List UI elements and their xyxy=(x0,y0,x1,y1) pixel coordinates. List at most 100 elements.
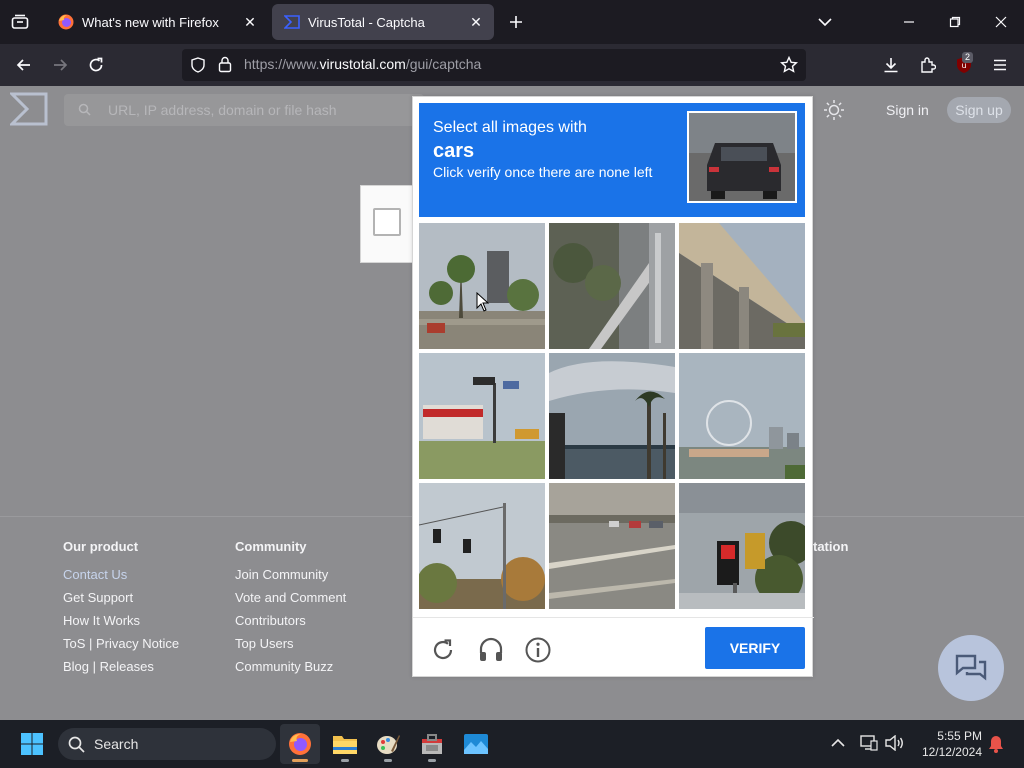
captcha-tile-road-with-cars[interactable] xyxy=(549,483,675,609)
app-menu-button[interactable] xyxy=(986,51,1014,79)
virustotal-logo-icon[interactable] xyxy=(10,92,48,126)
running-indicator xyxy=(384,759,392,762)
tab-virustotal[interactable]: VirusTotal - Captcha ✕ xyxy=(272,4,494,40)
prompt-subtext: Click verify once there are none left xyxy=(433,164,653,180)
footer-link-vote-comment[interactable]: Vote and Comment xyxy=(235,590,346,606)
list-all-tabs-button[interactable] xyxy=(811,8,839,36)
captcha-tile-ferris-wheel-city[interactable] xyxy=(679,353,805,479)
lock-icon[interactable] xyxy=(218,56,232,73)
bookmark-star-icon[interactable] xyxy=(780,56,798,74)
captcha-tile-traffic-light-trees[interactable] xyxy=(419,483,545,609)
footer-link-contact-us[interactable]: Contact Us xyxy=(63,567,179,583)
footer-heading-partial: tation xyxy=(813,539,849,554)
captcha-tile-overpass-bridge[interactable] xyxy=(679,223,805,349)
footer-link-tos-privacy[interactable]: ToS | Privacy Notice xyxy=(63,636,179,652)
taskbar-firefox[interactable] xyxy=(280,724,320,764)
clock-time: 5:55 PM xyxy=(937,729,982,743)
puzzle-icon xyxy=(921,57,936,73)
captcha-tile-palm-trees-street[interactable] xyxy=(419,223,545,349)
close-window-button[interactable] xyxy=(987,8,1015,36)
tab-title: VirusTotal - Captcha xyxy=(308,14,425,30)
captcha-tile-pedestrian-signal[interactable] xyxy=(679,483,805,609)
virustotal-favicon-icon xyxy=(284,15,300,29)
sign-up-button[interactable]: Sign up xyxy=(947,97,1011,123)
tab-title: What's new with Firefox xyxy=(82,14,219,30)
chevron-down-icon xyxy=(818,18,832,27)
network-icon[interactable] xyxy=(860,735,878,751)
taskbar-search-box[interactable]: Search xyxy=(58,728,276,760)
search-icon xyxy=(78,103,91,116)
footer-link-top-users[interactable]: Top Users xyxy=(235,636,346,652)
footer-link-how-it-works[interactable]: How It Works xyxy=(63,613,179,629)
extensions-button[interactable] xyxy=(914,51,942,79)
verify-button[interactable]: VERIFY xyxy=(705,627,805,669)
reload-button[interactable] xyxy=(82,51,110,79)
audio-challenge-icon[interactable] xyxy=(477,636,505,664)
minimize-icon xyxy=(904,21,914,23)
downloads-button[interactable] xyxy=(877,51,905,79)
download-icon xyxy=(884,58,898,73)
paint-palette-icon xyxy=(377,735,400,754)
address-bar[interactable]: https://www.virustotal.com/gui/captcha xyxy=(182,49,806,81)
reload-challenge-icon[interactable] xyxy=(429,636,457,664)
chat-support-button[interactable] xyxy=(938,635,1004,701)
search-placeholder: URL, IP address, domain or file hash xyxy=(108,102,337,118)
extension-badge-count: 2 xyxy=(962,52,974,63)
captcha-challenge-dialog: Select all images with cars Click verify… xyxy=(412,96,814,677)
tab-bar: What's new with Firefox ✕ VirusTotal - C… xyxy=(0,0,1024,44)
windows-logo-icon xyxy=(21,733,43,755)
mouse-cursor-icon xyxy=(476,292,490,312)
new-tab-button[interactable] xyxy=(502,8,530,36)
footer-column-community: Community Join Community Vote and Commen… xyxy=(235,539,346,682)
close-icon xyxy=(995,16,1007,28)
tab-list-icon[interactable] xyxy=(6,8,34,36)
sign-in-link[interactable]: Sign in xyxy=(886,102,929,118)
folder-icon xyxy=(333,736,357,754)
notification-bell-icon[interactable] xyxy=(988,735,1004,753)
footer-link-blog-releases[interactable]: Blog | Releases xyxy=(63,659,179,675)
minimize-button[interactable] xyxy=(895,8,923,36)
hamburger-menu-icon xyxy=(994,59,1006,71)
chevron-up-icon[interactable] xyxy=(831,738,845,748)
captcha-tile-palm-trees-sky[interactable] xyxy=(549,353,675,479)
close-tab-icon[interactable]: ✕ xyxy=(464,10,488,34)
taskbar-photos[interactable] xyxy=(456,724,496,764)
theme-toggle-icon[interactable] xyxy=(822,98,846,122)
prompt-instruction: Select all images with xyxy=(433,119,587,136)
footer-link-community-buzz[interactable]: Community Buzz xyxy=(235,659,346,675)
tab-whats-new[interactable]: What's new with Firefox ✕ xyxy=(46,4,268,40)
forward-button[interactable] xyxy=(46,51,74,79)
shield-icon[interactable] xyxy=(190,57,206,73)
url-text[interactable]: https://www.virustotal.com/gui/captcha xyxy=(244,56,481,72)
taskbar-file-explorer[interactable] xyxy=(325,724,365,764)
prompt-target: cars xyxy=(433,140,475,162)
windows-taskbar: Search 5:55 PM 12/12/2024 xyxy=(0,720,1024,768)
close-tab-icon[interactable]: ✕ xyxy=(238,10,262,34)
running-indicator xyxy=(341,759,349,762)
volume-icon[interactable] xyxy=(884,735,904,751)
taskbar-paint[interactable] xyxy=(368,724,408,764)
toolbox-icon xyxy=(422,734,442,754)
footer-link-join-community[interactable]: Join Community xyxy=(235,567,346,583)
captcha-checkbox[interactable] xyxy=(373,208,401,236)
back-button[interactable] xyxy=(10,51,38,79)
start-button[interactable] xyxy=(12,724,52,764)
arrow-right-icon xyxy=(54,59,68,71)
footer-column-our-product: Our product Contact Us Get Support How I… xyxy=(63,539,179,682)
active-indicator xyxy=(292,759,308,762)
footer-link-get-support[interactable]: Get Support xyxy=(63,590,179,606)
reload-icon xyxy=(89,57,103,72)
photos-icon xyxy=(464,734,488,754)
navigation-toolbar: https://www.virustotal.com/gui/captcha u… xyxy=(0,44,1024,86)
taskbar-tool-app[interactable] xyxy=(412,724,452,764)
sample-car-image xyxy=(687,111,797,203)
info-icon[interactable] xyxy=(524,636,552,664)
footer-link-contributors[interactable]: Contributors xyxy=(235,613,346,629)
site-search-input[interactable]: URL, IP address, domain or file hash xyxy=(64,94,424,126)
captcha-tile-stairs-building[interactable] xyxy=(549,223,675,349)
system-clock[interactable]: 5:55 PM 12/12/2024 xyxy=(916,728,982,760)
url-domain: virustotal.com xyxy=(319,56,406,72)
captcha-tile-gas-station-sign[interactable] xyxy=(419,353,545,479)
plus-icon xyxy=(510,16,522,28)
restore-button[interactable] xyxy=(941,8,969,36)
